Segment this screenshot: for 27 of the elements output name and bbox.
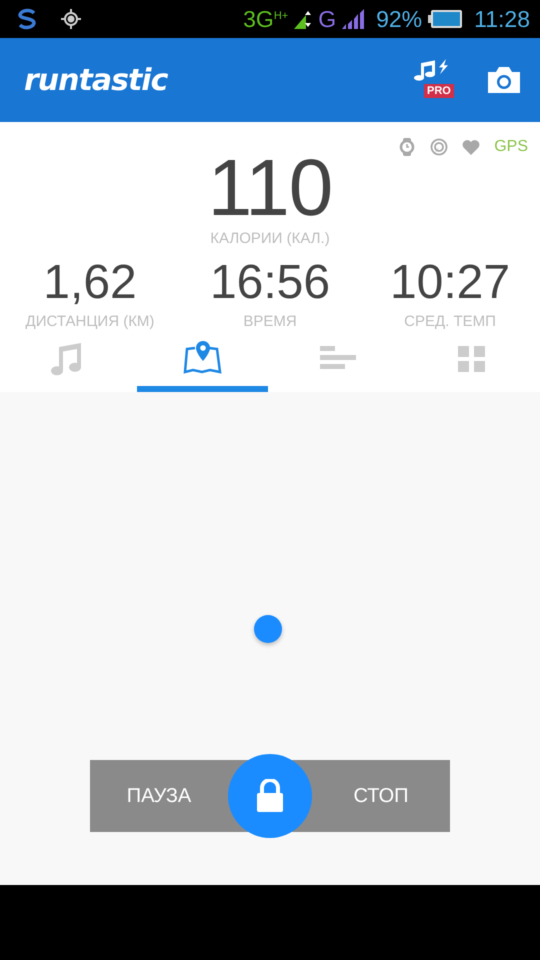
lock-icon xyxy=(256,779,284,813)
calories-label: КАЛОРИИ (КАЛ.) xyxy=(210,230,330,247)
stop-button[interactable]: СТОП xyxy=(312,774,450,818)
calories-value: 110 xyxy=(208,150,332,226)
battery-percentage: 92% xyxy=(376,6,422,32)
stat-value: 16:56 xyxy=(210,257,330,309)
map-pin-icon xyxy=(182,340,222,376)
stat-value: 10:27 xyxy=(390,257,510,309)
battery-icon xyxy=(428,10,462,28)
location-dot xyxy=(254,615,282,643)
stat-value: 1,62 xyxy=(43,257,137,309)
pro-badge: PRO xyxy=(424,84,454,98)
pause-button[interactable]: ПАУЗА xyxy=(90,774,228,818)
stat-label: ВРЕМЯ xyxy=(243,313,297,330)
signal-icon xyxy=(342,9,366,29)
network-type: 3G xyxy=(243,6,274,32)
gps-indicator: GPS xyxy=(494,138,528,156)
shield-icon xyxy=(16,8,38,30)
network-type: G xyxy=(318,6,336,32)
stat-label: СРЕД. ТЕМП xyxy=(404,313,496,330)
signal-icon xyxy=(294,9,312,29)
network-subtype: H+ xyxy=(274,10,288,22)
location-icon xyxy=(60,8,82,30)
camera-icon[interactable] xyxy=(486,66,522,94)
clock-time: 11:28 xyxy=(474,6,530,32)
app-logo: runtastic xyxy=(24,62,169,98)
stat-label: ДИСТАНЦИЯ (КМ) xyxy=(26,313,154,330)
